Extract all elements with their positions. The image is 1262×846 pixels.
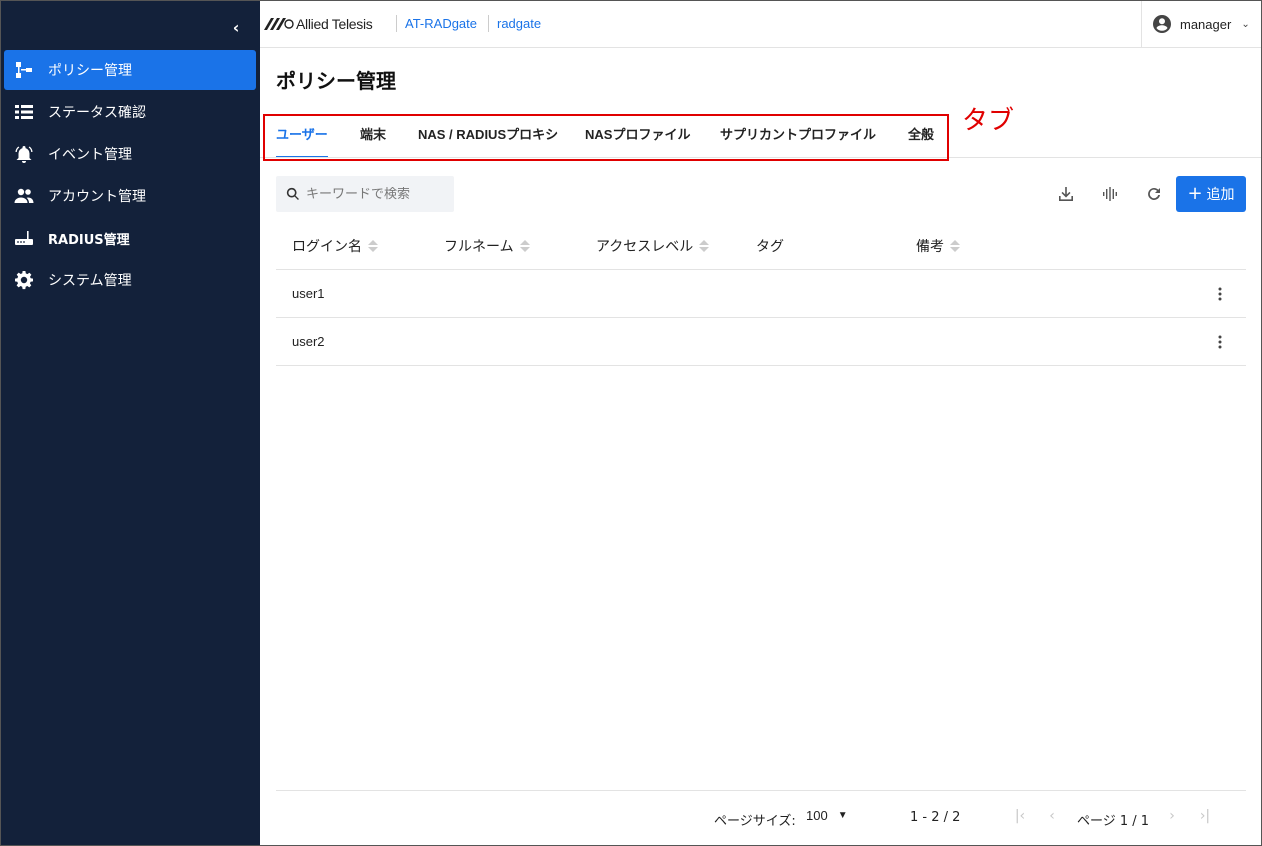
column-label: フルネーム [444,239,514,255]
row-menu-button[interactable] [1210,284,1230,304]
chevron-left-icon[interactable]: ‹ [226,18,246,38]
column-header-notes[interactable]: 備考 [916,236,960,256]
search-icon [286,187,299,200]
list-icon [14,102,34,122]
column-label: タグ [756,239,784,255]
allied-telesis-logo-icon [264,18,294,30]
refresh-icon [1148,187,1160,200]
sort-icon [699,240,710,252]
table-header-divider [276,269,1246,270]
people-icon [14,186,34,206]
column-label: アクセスレベル [596,239,694,255]
sidebar-item-radius[interactable]: RADIUS管理 [4,218,256,258]
user-name: manager [1180,16,1232,32]
column-header-tag: タグ [756,236,784,256]
sidebar-item-label: アカウント管理 [48,189,146,205]
chevron-down-icon: ▼ [837,810,848,821]
account-circle-icon [1153,15,1171,33]
sidebar-item-label: RADIUS管理 [48,232,130,248]
sidebar-item-label: ステータス確認 [48,105,146,121]
page-title: ポリシー管理 [276,69,396,93]
column-header-access-level[interactable]: アクセスレベル [596,236,710,256]
page-indicator: ページ 1 / 1 [1077,814,1150,829]
bell-icon [14,144,34,164]
tab-annotation-label: タブ [962,105,1015,135]
breadcrumb-host[interactable]: radgate [488,15,541,32]
column-label: ログイン名 [292,239,362,255]
chevron-down-icon: ⌄ [1241,18,1250,30]
more-vert-icon [1218,335,1222,349]
tab-user[interactable]: ユーザー [276,124,328,158]
policy-tree-icon [14,60,34,80]
gear-icon [14,270,34,290]
table-cell-login[interactable]: user1 [292,286,325,301]
sidebar-item-label: ポリシー管理 [48,63,132,79]
add-button[interactable]: + 追加 [1176,176,1246,212]
page-size-value: 100 [806,808,828,823]
refresh-button[interactable] [1140,180,1168,208]
prev-page-icon[interactable]: ‹ [1042,808,1062,826]
page-size-select[interactable]: 100 ▼ [806,808,848,823]
next-page-icon[interactable]: › [1162,808,1182,826]
sidebar-item-label: システム管理 [48,273,132,289]
tab-nas-radius-proxy[interactable]: NAS / RADIUSプロキシ [418,124,558,158]
logo-text: Allied Telesis [296,16,373,32]
sidebar-item-policy[interactable]: ポリシー管理 [4,50,256,90]
top-bar: Allied Telesis AT-RADgate radgate manage… [260,0,1262,48]
column-header-fullname[interactable]: フルネーム [444,236,530,256]
more-vert-icon [1218,287,1222,301]
sidebar: ‹ ポリシー管理 ステータス確認 イベント管理 アカウント管理 RADIUS管理 [0,0,260,846]
tabs-divider [260,157,1262,158]
row-menu-button[interactable] [1210,332,1230,352]
sort-icon [368,240,378,252]
table-row-divider [276,317,1246,318]
table-row-divider [276,365,1246,366]
download-icon [1059,187,1073,201]
add-button-label: 追加 [1206,187,1235,203]
sidebar-item-account[interactable]: アカウント管理 [4,176,256,216]
sidebar-item-status[interactable]: ステータス確認 [4,92,256,132]
breadcrumb-product[interactable]: AT-RADgate [396,15,477,32]
page-range: 1 - 2 / 2 [910,810,961,825]
column-header-login[interactable]: ログイン名 [292,236,378,256]
search-box [276,176,454,212]
sort-icon [950,240,960,252]
table-cell-login[interactable]: user2 [292,334,325,349]
tab-nas-profile[interactable]: NASプロファイル [585,124,690,158]
sort-icon [519,240,530,252]
sidebar-item-system[interactable]: システム管理 [4,260,256,300]
tab-supplicant-profile[interactable]: サプリカントプロファイル [720,124,876,158]
first-page-icon[interactable]: |‹ [1010,808,1030,826]
tab-terminal[interactable]: 端末 [360,124,386,158]
waveform-icon [1103,187,1117,201]
page-size-label: ページサイズ: [714,814,796,829]
plus-icon: + [1187,183,1203,204]
sidebar-item-label: イベント管理 [48,147,132,163]
waveform-button[interactable] [1096,180,1124,208]
sidebar-item-event[interactable]: イベント管理 [4,134,256,174]
logo: Allied Telesis [264,14,373,34]
footer-divider [276,790,1246,791]
column-label: 備考 [916,239,944,255]
user-menu[interactable]: manager ⌄ [1141,0,1262,48]
search-input[interactable] [306,186,446,202]
download-button[interactable] [1052,180,1080,208]
tab-general[interactable]: 全般 [908,124,934,158]
last-page-icon[interactable]: ›| [1195,808,1215,826]
router-icon [14,228,34,248]
